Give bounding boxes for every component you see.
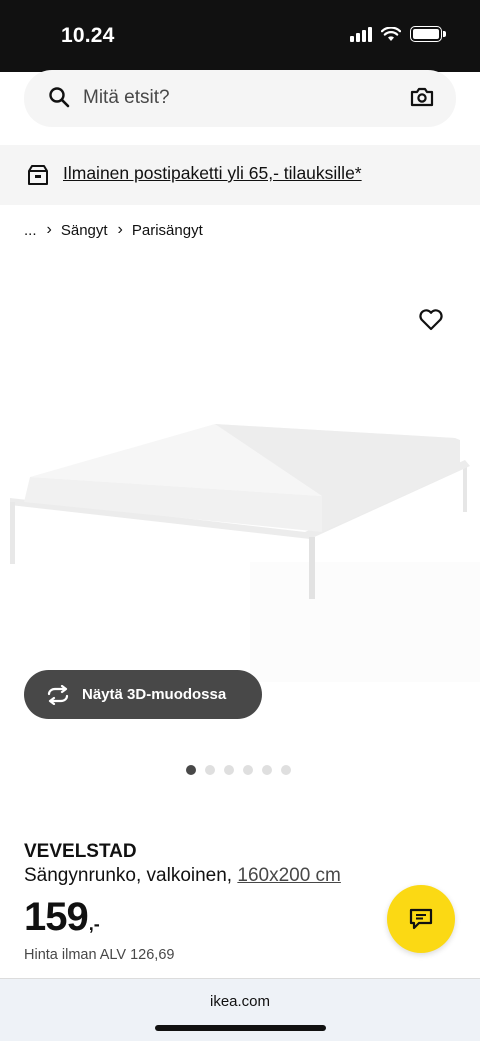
pagination-dot[interactable] (243, 765, 253, 775)
breadcrumb: ... › Sängyt › Parisängyt (24, 221, 203, 239)
rotate-3d-icon (45, 684, 71, 705)
view-3d-label: Näytä 3D-muodossa (82, 686, 227, 703)
pagination-dot[interactable] (205, 765, 215, 775)
status-time: 10.24 (61, 24, 115, 47)
product-size-link[interactable]: 160x200 cm (237, 865, 341, 886)
browser-url[interactable]: ikea.com (0, 993, 480, 1010)
product-price: 159 ,- (24, 895, 100, 940)
promo-link[interactable]: Ilmainen postipaketti yli 65,- tilauksil… (63, 163, 362, 184)
status-icons (350, 26, 446, 42)
pagination-dot[interactable] (281, 765, 291, 775)
camera-icon[interactable] (410, 86, 434, 108)
pagination-dot[interactable] (224, 765, 234, 775)
price-suffix: ,- (88, 914, 100, 934)
breadcrumb-separator: › (46, 221, 52, 238)
product-name: VEVELSTAD (24, 841, 137, 862)
pagination-dot[interactable] (262, 765, 272, 775)
battery-icon (410, 26, 446, 42)
product-description-text: Sängynrunko, valkoinen, (24, 865, 233, 886)
promo-banner[interactable]: Ilmainen postipaketti yli 65,- tilauksil… (0, 145, 480, 205)
search-icon (49, 87, 70, 108)
heart-icon[interactable] (418, 308, 444, 332)
product-description: Sängynrunko, valkoinen, 160x200 cm (24, 865, 341, 887)
browser-address-bar[interactable]: ikea.com (0, 978, 480, 1041)
price-amount: 159 (24, 895, 89, 939)
view-3d-button[interactable]: Näytä 3D-muodossa (24, 670, 262, 719)
search-input[interactable]: Mitä etsit? (24, 70, 456, 127)
status-bar: 10.24 (0, 0, 480, 72)
wifi-icon (381, 26, 401, 41)
signal-icon (350, 26, 372, 42)
delivery-box-icon (28, 165, 48, 185)
chat-icon (409, 908, 433, 930)
breadcrumb-item-double-beds[interactable]: Parisängyt (132, 222, 203, 239)
chat-button[interactable] (387, 885, 455, 953)
product-image[interactable] (0, 262, 480, 682)
home-indicator[interactable] (155, 1025, 326, 1031)
breadcrumb-item-beds[interactable]: Sängyt (61, 222, 108, 239)
breadcrumb-separator: › (117, 221, 123, 238)
image-pagination (186, 765, 291, 775)
breadcrumb-item-more[interactable]: ... (24, 222, 37, 239)
pagination-dot[interactable] (186, 765, 196, 775)
search-placeholder: Mitä etsit? (83, 87, 170, 108)
price-vat-note: Hinta ilman ALV 126,69 (24, 947, 175, 963)
